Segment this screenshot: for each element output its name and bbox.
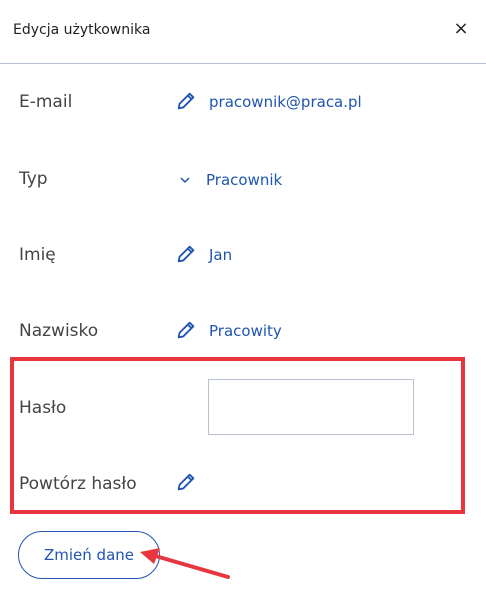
pencil-icon[interactable]	[175, 319, 197, 341]
email-label: E-mail	[19, 92, 73, 112]
pencil-icon[interactable]	[175, 90, 197, 112]
last-name-value: Pracowity	[209, 322, 282, 340]
dialog-title: Edycja użytkownika	[13, 22, 151, 38]
repeat-password-label: Powtórz hasło	[19, 474, 137, 494]
pencil-icon[interactable]	[175, 471, 197, 493]
first-name-label: Imię	[19, 245, 56, 265]
password-label: Hasło	[19, 398, 67, 418]
last-name-label: Nazwisko	[19, 321, 99, 341]
pencil-icon[interactable]	[175, 243, 197, 265]
arrow-annotation	[140, 548, 230, 579]
close-icon[interactable]: ×	[452, 18, 470, 40]
email-value: pracownik@praca.pl	[209, 93, 362, 111]
first-name-value: Jan	[209, 246, 233, 264]
type-label: Typ	[19, 169, 48, 189]
chevron-down-icon[interactable]	[178, 173, 192, 187]
type-select[interactable]: Pracownik	[206, 171, 282, 189]
dialog-header: Edycja użytkownika ×	[0, 0, 486, 64]
password-input[interactable]	[208, 379, 414, 435]
